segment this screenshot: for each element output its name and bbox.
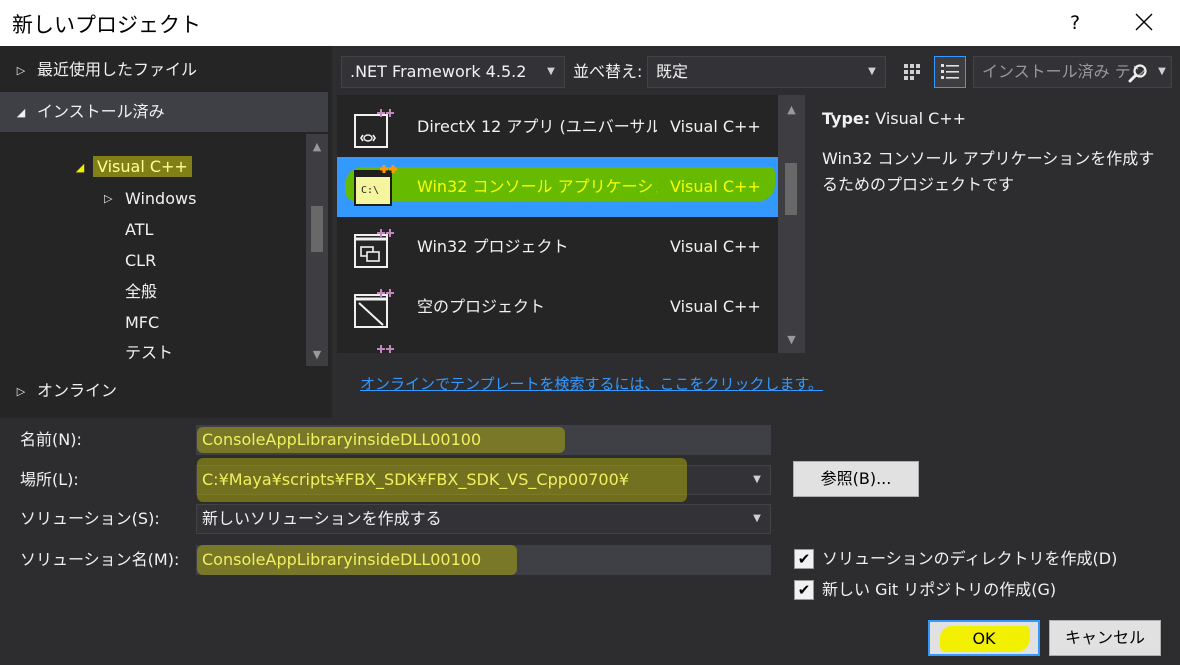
chevron-down-icon: ▼ — [547, 66, 555, 77]
tree-item-label: Visual C++ — [93, 156, 192, 177]
template-scrollbar[interactable]: ▲ ▼ — [778, 95, 805, 353]
scroll-thumb[interactable] — [785, 163, 797, 215]
cancel-button[interactable]: キャンセル — [1049, 620, 1161, 656]
template-name: 空のプロジェクト — [417, 297, 546, 316]
template-item-win32-console[interactable]: C:\ Win32 コンソール アプリケーション Visual C++ — [337, 157, 778, 217]
sort-select[interactable]: 既定 ▼ — [647, 56, 886, 88]
template-description: Type: Visual C++ Win32 コンソール アプリケーションを作成… — [822, 106, 1167, 198]
search-input[interactable]: インストール済み テン ▼ — [973, 56, 1172, 88]
tree-item-general[interactable]: 全般 — [125, 280, 157, 304]
template-language: Visual C++ — [670, 297, 761, 316]
window-title: 新しいプロジェクト — [12, 13, 201, 37]
tree-scrollbar[interactable]: ▲ ▼ — [306, 134, 328, 366]
solution-name-value: ConsoleAppLibraryinsideDLL00100 — [202, 550, 482, 569]
ok-label: OK — [972, 629, 996, 648]
close-button[interactable] — [1124, 8, 1164, 38]
scroll-up-icon[interactable]: ▲ — [778, 99, 805, 119]
win32-project-icon — [354, 229, 394, 268]
template-tree-pane: ▷ 最近使用したファイル ◢ インストール済み ◢ Visual C++ ▷ W… — [0, 46, 332, 418]
tree-item-visual-cpp[interactable]: ◢ Visual C++ — [0, 147, 328, 187]
solution-name-field[interactable]: ConsoleAppLibraryinsideDLL00100 — [196, 545, 771, 575]
tree-item-label: インストール済み — [37, 102, 165, 121]
chevron-down-icon[interactable]: ▼ — [750, 466, 764, 494]
project-form: 名前(N): ConsoleAppLibraryinsideDLL00100 場… — [0, 418, 1180, 665]
name-value: ConsoleAppLibraryinsideDLL00100 — [202, 430, 482, 449]
type-label: Type: — [822, 109, 871, 128]
scroll-thumb[interactable] — [311, 206, 323, 252]
template-language: Visual C++ — [670, 117, 761, 136]
scroll-up-icon[interactable]: ▲ — [306, 136, 328, 156]
solution-name-label: ソリューション名(M): — [20, 550, 180, 569]
type-value: Visual C++ — [875, 109, 967, 128]
template-name: Win32 プロジェクト — [417, 237, 569, 256]
chevron-down-icon[interactable]: ▼ — [750, 505, 764, 533]
location-value: C:¥Maya¥scripts¥FBX_SDK¥FBX_SDK_VS_Cpp00… — [202, 470, 629, 489]
name-field[interactable]: ConsoleAppLibraryinsideDLL00100 — [196, 425, 771, 455]
console-app-icon: C:\ — [354, 165, 397, 206]
tree-item-label: オンライン — [37, 381, 118, 400]
template-list: DirectX 12 アプリ (ユニバーサル... Visual C++ C:\… — [337, 95, 805, 353]
template-name: Win32 コンソール アプリケーション — [417, 177, 657, 196]
template-name: DirectX 12 アプリ (ユニバーサル... — [417, 117, 657, 136]
solution-select[interactable]: 新しいソリューションを作成する ▼ — [196, 504, 771, 534]
scroll-down-icon[interactable]: ▼ — [778, 329, 805, 349]
location-label: 場所(L): — [20, 470, 79, 489]
tree-item-online[interactable]: ▷ オンライン — [0, 371, 328, 411]
framework-select[interactable]: .NET Framework 4.5.2 ▼ — [341, 56, 565, 88]
tree-item-installed[interactable]: ◢ インストール済み — [0, 92, 328, 132]
browse-button[interactable]: 参照(B)... — [793, 461, 919, 497]
tree-item-atl[interactable]: ATL — [125, 218, 153, 242]
partial-template-icon — [377, 345, 394, 353]
ok-button[interactable]: OK — [928, 620, 1040, 656]
checkmark-icon[interactable]: ✔ — [794, 549, 814, 569]
search-placeholder: インストール済み テン — [982, 62, 1147, 81]
create-directory-label: ソリューションのディレクトリを作成(D) — [822, 549, 1118, 568]
chevron-down-icon: ▼ — [868, 66, 876, 77]
help-button[interactable]: ? — [1062, 8, 1088, 38]
sort-label: 並べ替え: — [573, 62, 643, 81]
collapse-arrow-icon[interactable]: ◢ — [73, 147, 87, 187]
empty-project-icon — [354, 289, 394, 328]
title-bar: 新しいプロジェクト ? — [0, 0, 1180, 46]
template-item-win32-project[interactable]: Win32 プロジェクト Visual C++ — [337, 217, 778, 277]
tree-item-label: 最近使用したファイル — [37, 60, 198, 79]
tree-item-label-wrap: Visual C++ — [93, 147, 192, 187]
svg-text:C:\: C:\ — [361, 185, 379, 196]
tree-item-windows[interactable]: Windows — [125, 187, 196, 211]
scroll-down-icon[interactable]: ▼ — [306, 344, 328, 364]
expand-arrow-icon[interactable]: ▷ — [104, 187, 112, 211]
expand-arrow-icon[interactable]: ▷ — [14, 371, 28, 411]
name-label: 名前(N): — [20, 430, 82, 449]
collapse-arrow-icon[interactable]: ◢ — [14, 92, 28, 132]
template-language: Visual C++ — [670, 237, 761, 256]
tree-item-recent[interactable]: ▷ 最近使用したファイル — [0, 50, 328, 90]
create-git-label: 新しい Git リポジトリの作成(G) — [822, 580, 1057, 599]
tree-item-mfc[interactable]: MFC — [125, 311, 159, 335]
location-field[interactable]: C:¥Maya¥scripts¥FBX_SDK¥FBX_SDK_VS_Cpp00… — [196, 458, 771, 502]
solution-value: 新しいソリューションを作成する — [202, 509, 442, 528]
list-view-button[interactable] — [934, 56, 966, 88]
tree-item-test[interactable]: テスト — [125, 341, 173, 365]
solution-label: ソリューション(S): — [20, 509, 160, 528]
directx-app-icon — [354, 109, 394, 148]
template-item-empty-project[interactable]: 空のプロジェクト Visual C++ — [337, 277, 778, 337]
search-icon[interactable] — [1128, 63, 1148, 83]
description-text: Win32 コンソール アプリケーションを作成するためのプロジェクトです — [822, 149, 1155, 194]
template-item-directx[interactable]: DirectX 12 アプリ (ユニバーサル... Visual C++ — [337, 97, 778, 157]
grid-icon — [904, 64, 920, 80]
chevron-down-icon[interactable]: ▼ — [1155, 57, 1169, 87]
tree-item-clr[interactable]: CLR — [125, 249, 156, 273]
small-icons-view-button[interactable] — [896, 56, 928, 88]
online-templates-link[interactable]: オンラインでテンプレートを検索するには、ここをクリックします。 — [360, 373, 823, 394]
sort-value: 既定 — [656, 62, 689, 81]
template-language: Visual C++ — [670, 177, 761, 196]
framework-value: .NET Framework 4.5.2 — [350, 62, 527, 81]
list-icon — [941, 64, 959, 79]
type-line: Type: Visual C++ — [822, 106, 1167, 132]
close-icon — [1135, 13, 1153, 31]
checkmark-icon[interactable]: ✔ — [794, 580, 814, 600]
expand-arrow-icon[interactable]: ▷ — [14, 50, 28, 90]
